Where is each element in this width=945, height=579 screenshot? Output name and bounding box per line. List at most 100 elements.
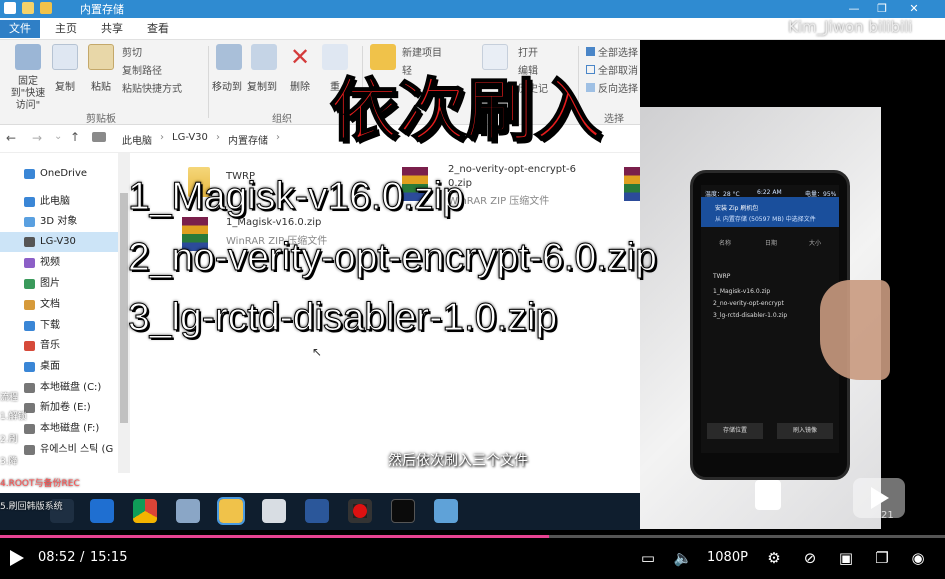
tab-home[interactable]: 主页 bbox=[46, 20, 86, 38]
properties-icon[interactable] bbox=[22, 2, 34, 14]
file-name-no-verity[interactable]: 2_no-verity-opt-encrypt-6 bbox=[448, 164, 576, 175]
winrar-zip-icon bbox=[624, 167, 640, 201]
back-arrow-icon[interactable]: ← bbox=[6, 131, 16, 145]
word-icon[interactable] bbox=[305, 499, 329, 523]
select-none-label: 全部取消 bbox=[598, 66, 638, 77]
cut-button[interactable]: 剪切 bbox=[122, 44, 142, 59]
nav-item[interactable]: 此电脑 bbox=[0, 192, 118, 212]
nav-item[interactable]: 音乐 bbox=[0, 336, 118, 356]
minimize-button[interactable]: — bbox=[840, 0, 868, 18]
twrp-header-sub: 从 内置存储 (50597 MB) 中选择文件 bbox=[715, 216, 816, 223]
storage-location-button[interactable]: 存储位置 bbox=[707, 423, 763, 439]
nav-item[interactable]: 3D 对象 bbox=[0, 212, 118, 232]
web-fullscreen-icon[interactable]: ❐ bbox=[872, 548, 892, 568]
copy-path-button[interactable]: 复制路径 bbox=[122, 62, 162, 77]
breadcrumb-this-pc[interactable]: 此电脑 bbox=[122, 132, 152, 147]
edge-icon[interactable] bbox=[90, 499, 114, 523]
tab-share[interactable]: 共享 bbox=[92, 20, 132, 38]
usb-cable bbox=[755, 480, 781, 510]
volume-icon[interactable]: 🔈 bbox=[673, 548, 693, 568]
nav-item[interactable]: 视频 bbox=[0, 253, 118, 273]
nav-item[interactable]: 图片 bbox=[0, 274, 118, 294]
nav-item-icon bbox=[24, 424, 35, 434]
record-icon[interactable] bbox=[348, 499, 372, 523]
move-to-icon bbox=[216, 44, 242, 70]
breadcrumb-internal-storage[interactable]: 内置存储 bbox=[228, 132, 268, 147]
copy-label: 复制 bbox=[55, 82, 75, 93]
danmaku-icon[interactable]: ▭ bbox=[638, 548, 658, 568]
nav-item[interactable]: 文档 bbox=[0, 295, 118, 315]
quality-selector[interactable]: 1080P bbox=[707, 550, 748, 565]
nav-item-icon bbox=[24, 197, 35, 207]
restore-button[interactable]: ❐ bbox=[868, 0, 896, 18]
copy-to-icon bbox=[251, 44, 277, 70]
watermark: Kim_Jiwon bilibili bbox=[788, 18, 913, 36]
phone-file-2[interactable]: 2_no-verity-opt-encrypt bbox=[713, 300, 784, 307]
play-button[interactable] bbox=[10, 550, 24, 566]
pin-quick-access-button[interactable]: 固定到"快速访问" bbox=[8, 44, 48, 112]
nav-item-icon bbox=[24, 362, 35, 372]
phone-file-3[interactable]: 3_lg-rctd-disabler-1.0.zip bbox=[713, 312, 787, 319]
chrome-icon[interactable] bbox=[133, 499, 157, 523]
mouse-cursor-icon: ↖ bbox=[312, 345, 323, 359]
scrollbar-thumb[interactable] bbox=[120, 193, 128, 423]
organize-group-label: 组织 bbox=[272, 114, 292, 125]
nav-item[interactable]: 下载 bbox=[0, 316, 118, 336]
mail-icon[interactable] bbox=[262, 499, 286, 523]
close-button[interactable]: ✕ bbox=[900, 0, 928, 18]
phone-status-time: 6:22 AM bbox=[757, 189, 782, 196]
phone-file-1[interactable]: 1_Magisk-v16.0.zip bbox=[713, 288, 770, 295]
breadcrumb-lg-v30[interactable]: LG-V30 bbox=[172, 132, 208, 143]
nav-item-icon bbox=[24, 237, 35, 247]
sort-by-name[interactable]: 名称 bbox=[719, 238, 731, 247]
nav-item-icon bbox=[24, 341, 35, 351]
settings-icon[interactable]: ⚙ bbox=[764, 548, 784, 568]
chevron-down-icon[interactable]: ⌄ bbox=[54, 131, 62, 142]
paste-icon bbox=[88, 44, 114, 70]
player-controls: 08:52 / 15:15 ▭ 🔈 1080P ⚙ ⊘ ▣ ❐ ◉ bbox=[0, 538, 945, 579]
app-icon[interactable] bbox=[434, 499, 458, 523]
nav-item-icon bbox=[24, 300, 35, 310]
forward-arrow-icon[interactable]: → bbox=[32, 131, 42, 145]
danmaku-off-icon[interactable]: ⊘ bbox=[800, 548, 820, 568]
nav-item-label: 新加卷 (E:) bbox=[40, 402, 91, 413]
app-icon[interactable] bbox=[176, 499, 200, 523]
flash-image-button[interactable]: 刷入镜像 bbox=[777, 423, 833, 439]
fullscreen-icon[interactable]: ◉ bbox=[908, 548, 928, 568]
nav-item[interactable]: 桌面 bbox=[0, 357, 118, 377]
twrp-header-title: 安装 Zip 刷机包 bbox=[715, 205, 759, 212]
tab-view[interactable]: 查看 bbox=[138, 20, 178, 38]
toc-item: 3.降 bbox=[0, 457, 18, 467]
paste-shortcut-button[interactable]: 粘贴快捷方式 bbox=[122, 80, 182, 95]
sort-by-date[interactable]: 日期 bbox=[765, 238, 777, 247]
paste-button[interactable]: 粘贴 bbox=[88, 44, 114, 93]
new-folder-icon[interactable] bbox=[40, 2, 52, 14]
terminal-icon[interactable] bbox=[391, 499, 415, 523]
nav-item-label: 此电脑 bbox=[40, 196, 70, 207]
nav-item-label: 音乐 bbox=[40, 340, 60, 351]
nav-item[interactable]: LG-V30 bbox=[0, 232, 118, 252]
nav-item-icon bbox=[24, 279, 35, 289]
mini-player-icon[interactable] bbox=[853, 478, 905, 518]
tab-file[interactable]: 文件 bbox=[0, 20, 40, 38]
toc-item: 1.解锁 bbox=[0, 412, 27, 422]
nav-item-label: 유에스비 스틱 (G bbox=[40, 444, 114, 455]
pin-icon bbox=[15, 44, 41, 70]
ribbon-divider bbox=[208, 46, 209, 118]
up-arrow-icon[interactable]: ↑ bbox=[70, 130, 80, 144]
copy-button[interactable]: 复制 bbox=[52, 44, 78, 93]
nav-item-icon bbox=[24, 169, 35, 179]
phone-folder-twrp[interactable]: TWRP bbox=[713, 273, 730, 280]
toc-item: 2.刷 bbox=[0, 435, 18, 445]
delete-button[interactable]: ✕ 删除 bbox=[290, 44, 310, 93]
nav-item[interactable]: OneDrive bbox=[0, 164, 118, 184]
breadcrumb-chevron-icon: › bbox=[276, 132, 280, 143]
widescreen-icon[interactable]: ▣ bbox=[836, 548, 856, 568]
copy-to-button[interactable]: 复制到 bbox=[247, 44, 277, 93]
sort-by-size[interactable]: 大小 bbox=[809, 238, 821, 247]
move-to-button[interactable]: 移动到 bbox=[212, 44, 242, 93]
breadcrumb-chevron-icon: › bbox=[160, 132, 164, 143]
paste-label: 粘贴 bbox=[91, 82, 111, 93]
overlay-line-2: 2_no-verity-opt-encrypt-6.0.zip bbox=[128, 236, 658, 280]
file-explorer-icon[interactable] bbox=[217, 497, 245, 525]
